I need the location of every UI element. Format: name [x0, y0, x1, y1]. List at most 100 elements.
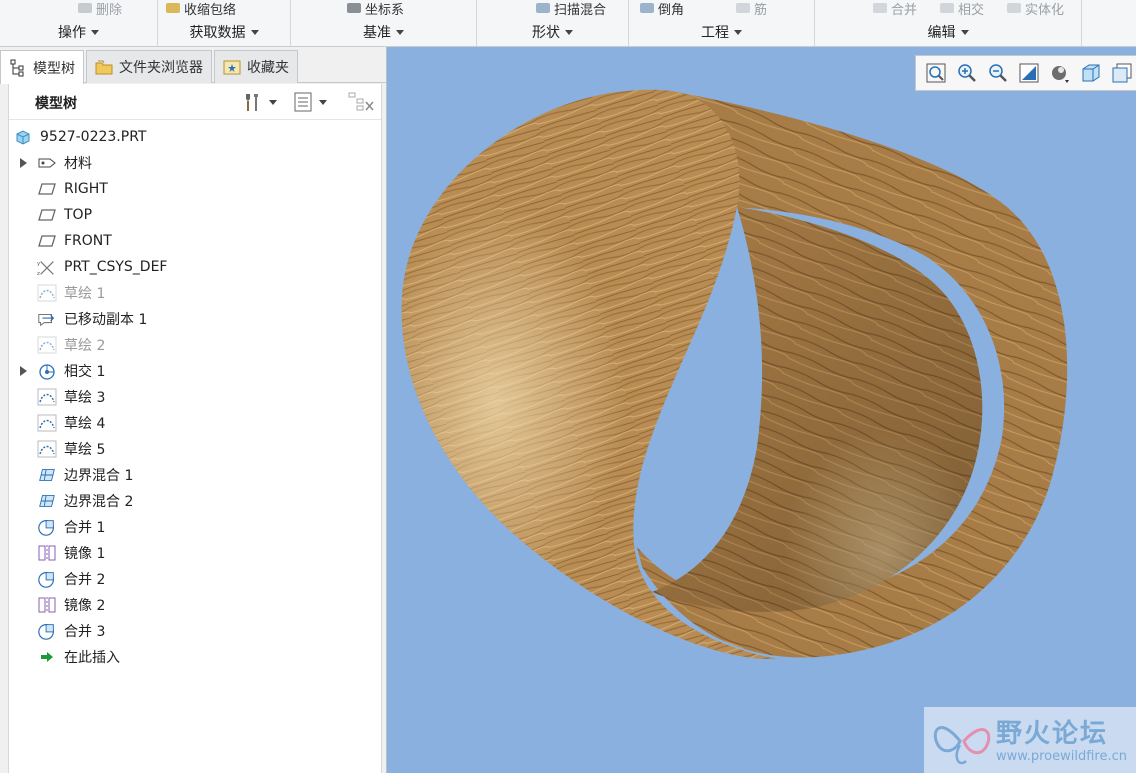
- tree-item-label: RIGHT: [64, 181, 108, 197]
- forum-watermark: 野火论坛 www.proewildfire.cn: [924, 707, 1136, 773]
- refit-button[interactable]: [924, 61, 948, 85]
- tree-item[interactable]: y z PRT_CSYS_DEF: [9, 254, 381, 280]
- repaint-button[interactable]: [1017, 61, 1041, 85]
- chevron-down-icon: [960, 29, 969, 35]
- rib-button[interactable]: 筋: [736, 0, 767, 18]
- mirror-icon: [37, 544, 57, 562]
- tree-item[interactable]: 合并 3: [9, 618, 381, 644]
- sketch-icon: [37, 388, 57, 406]
- csys-icon: yz: [37, 258, 57, 277]
- tree-columns-button[interactable]: [347, 90, 375, 114]
- graphics-area[interactable]: 野火论坛 www.proewildfire.cn: [386, 47, 1136, 773]
- zoom-out-button[interactable]: [986, 61, 1010, 85]
- chevron-down-icon: [91, 29, 99, 35]
- saved-orientations-button[interactable]: [1079, 61, 1103, 85]
- coordinate-system-button[interactable]: 坐标系: [347, 0, 404, 18]
- delete-icon: [78, 3, 92, 13]
- solidify-icon: [1007, 3, 1021, 13]
- watermark-title: 野火论坛: [996, 719, 1109, 749]
- group-get-data[interactable]: 获取数据: [158, 19, 290, 45]
- tree-item-label: 合并 2: [64, 572, 106, 588]
- boundary-blend-icon: [37, 492, 57, 510]
- part-icon: [13, 128, 33, 146]
- insert-here-icon: [37, 648, 57, 666]
- repaint-icon: [1019, 63, 1039, 83]
- tree-item[interactable]: 草绘 5: [9, 436, 381, 462]
- tree-item[interactable]: 镜像 1: [9, 540, 381, 566]
- display-style-button[interactable]: [1048, 61, 1072, 85]
- navigator-tabs: 模型树 文件夹浏览器 收藏夹: [0, 50, 386, 84]
- group-divider: [1081, 0, 1082, 46]
- tree-item[interactable]: 草绘 1: [9, 280, 381, 306]
- tree-item-label: 镜像 2: [64, 598, 106, 614]
- moved-copy-icon: [37, 310, 57, 328]
- tree-columns-icon: [348, 92, 374, 111]
- view-toolbar: [915, 55, 1136, 91]
- tree-item[interactable]: 镜像 2: [9, 592, 381, 618]
- tree-item[interactable]: 合并 1: [9, 514, 381, 540]
- tree-item[interactable]: 在此插入: [9, 644, 381, 670]
- sketch-icon: [37, 440, 57, 458]
- refit-icon: [926, 63, 946, 83]
- expand-arrow-icon[interactable]: [20, 158, 27, 168]
- svg-text:z: z: [37, 271, 40, 277]
- tree-item[interactable]: 合并 2: [9, 566, 381, 592]
- chevron-down-icon: [269, 99, 277, 105]
- tree-item[interactable]: 边界混合 1: [9, 462, 381, 488]
- merge-ribbon-button[interactable]: 合并: [873, 0, 917, 18]
- tree-item-label: 草绘 4: [64, 416, 106, 432]
- zoom-in-button[interactable]: [955, 61, 979, 85]
- swept-blend-icon: [536, 3, 550, 13]
- tree-item[interactable]: FRONT: [9, 228, 381, 254]
- tree-item-label: 在此插入: [64, 650, 120, 666]
- datum-plane-icon: [37, 180, 57, 198]
- display-style-icon: [1052, 66, 1069, 83]
- material-icon: [37, 154, 57, 172]
- model-tree-title: 模型树: [35, 96, 77, 112]
- solidify-button[interactable]: 实体化: [1007, 0, 1064, 18]
- view-manager-icon: [1112, 63, 1132, 83]
- group-shapes[interactable]: 形状: [477, 19, 628, 45]
- csys-icon: [347, 3, 361, 13]
- tree-item-label: 镜像 1: [64, 546, 106, 562]
- view-manager-button[interactable]: [1110, 61, 1134, 85]
- zoom-out-icon: [989, 64, 1007, 82]
- tree-item[interactable]: 相交 1: [9, 358, 381, 384]
- intersect-ribbon-button[interactable]: 相交: [940, 0, 984, 18]
- tree-item-label: 边界混合 1: [64, 468, 134, 484]
- chamfer-button[interactable]: 倒角: [640, 0, 684, 18]
- group-editing[interactable]: 编辑: [815, 19, 1081, 45]
- tab-favorites[interactable]: 收藏夹: [214, 50, 298, 83]
- zoom-in-icon: [958, 64, 976, 82]
- tree-item[interactable]: 边界混合 2: [9, 488, 381, 514]
- tree-item[interactable]: 草绘 4: [9, 410, 381, 436]
- favorites-icon: [223, 60, 241, 75]
- tree-root[interactable]: 9527-0223.PRT: [9, 124, 381, 150]
- sketch-icon: [37, 414, 57, 432]
- expand-arrow-icon[interactable]: [20, 366, 27, 376]
- mobius-strip-model[interactable]: [387, 47, 1136, 773]
- chevron-down-icon: [319, 99, 327, 105]
- tree-item[interactable]: 草绘 2: [9, 332, 381, 358]
- tree-item[interactable]: 草绘 3: [9, 384, 381, 410]
- tab-model-tree[interactable]: 模型树: [0, 50, 84, 84]
- group-engineering[interactable]: 工程: [629, 19, 814, 45]
- tree-show-button[interactable]: [293, 90, 327, 114]
- tree-item[interactable]: 已移动副本 1: [9, 306, 381, 332]
- tab-folder-browser[interactable]: 文件夹浏览器: [86, 50, 212, 83]
- group-operations[interactable]: 操作: [0, 19, 157, 45]
- tree-item[interactable]: TOP: [9, 202, 381, 228]
- swept-blend-button[interactable]: 扫描混合: [536, 0, 606, 18]
- tree-item-label: 草绘 1: [64, 286, 106, 302]
- shrinkwrap-button[interactable]: 收缩包络: [166, 0, 236, 18]
- tree-item[interactable]: RIGHT: [9, 176, 381, 202]
- delete-button[interactable]: 删除: [78, 0, 122, 18]
- group-datum[interactable]: 基准: [291, 19, 476, 45]
- intersect-icon: [37, 362, 57, 380]
- folder-icon: [95, 60, 113, 75]
- tree-settings-button[interactable]: [241, 90, 277, 114]
- tree-item-label: 相交 1: [64, 364, 106, 380]
- saved-orientations-icon: [1082, 64, 1100, 82]
- merge-icon: [37, 518, 57, 536]
- tree-item[interactable]: 材料: [9, 150, 381, 176]
